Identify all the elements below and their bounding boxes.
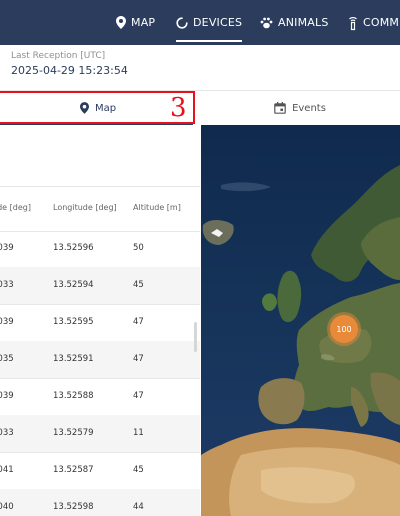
- table-header: ude [deg] Longitude [deg] Altitude [m]: [0, 186, 200, 232]
- cell-latitude: 3039: [0, 391, 14, 401]
- cell-altitude: 50: [133, 243, 144, 253]
- last-reception: Last Reception [UTC] 2025-04-29 15:23:54: [11, 51, 128, 77]
- cell-longitude: 13.52591: [53, 354, 94, 364]
- last-reception-label: Last Reception [UTC]: [11, 51, 106, 61]
- top-navigation-bar: MAP DEVICES ANIMALS COMM: [0, 0, 400, 45]
- cell-latitude: 3039: [0, 317, 14, 327]
- tab-map[interactable]: Map: [0, 91, 196, 125]
- table-row[interactable]: 3039 13.52596 50: [0, 230, 200, 268]
- cell-altitude: 45: [133, 465, 144, 475]
- tab-events[interactable]: Events: [200, 91, 400, 125]
- cell-latitude: 3041: [0, 465, 14, 475]
- table-row[interactable]: 3033 13.52579 11: [0, 415, 200, 453]
- column-header-altitude[interactable]: Altitude [m]: [133, 203, 181, 212]
- calendar-icon: [274, 102, 286, 114]
- nav-map-label: MAP: [131, 16, 156, 29]
- cell-latitude: 3040: [0, 502, 14, 512]
- circle-notch-icon: [176, 16, 188, 29]
- column-header-latitude[interactable]: ude [deg]: [0, 203, 31, 212]
- cell-longitude: 13.52596: [53, 243, 94, 253]
- table-row[interactable]: 3039 13.52588 47: [0, 378, 200, 416]
- cell-longitude: 13.52579: [53, 428, 94, 438]
- nav-devices[interactable]: DEVICES: [176, 0, 243, 45]
- cell-altitude: 11: [133, 428, 144, 438]
- cell-altitude: 47: [133, 354, 144, 364]
- table-row[interactable]: 3035 13.52591 47: [0, 341, 200, 379]
- nav-comm-label: COMM: [363, 16, 400, 29]
- highlight-number: 3: [170, 93, 187, 123]
- cell-latitude: 3033: [0, 280, 14, 290]
- table-row[interactable]: 3033 13.52594 45: [0, 267, 200, 305]
- cluster-count: 100: [336, 324, 352, 334]
- tab-map-label: Map: [94, 102, 117, 114]
- paw-icon: [260, 17, 273, 28]
- nav-animals-label: ANIMALS: [278, 16, 329, 29]
- nav-animals[interactable]: ANIMALS: [260, 0, 329, 45]
- cell-latitude: 3035: [0, 354, 14, 364]
- cell-altitude: 44: [133, 502, 144, 512]
- satellite-map-image: [201, 125, 400, 516]
- table-row[interactable]: 3039 13.52595 47: [0, 304, 200, 342]
- cell-altitude: 45: [133, 280, 144, 290]
- cell-latitude: 3039: [0, 243, 14, 253]
- nav-map[interactable]: MAP: [116, 0, 155, 45]
- satellite-map[interactable]: [201, 125, 400, 516]
- cell-longitude: 13.52594: [53, 280, 94, 290]
- cell-longitude: 13.52587: [53, 465, 94, 475]
- cell-longitude: 13.52595: [53, 317, 94, 327]
- cell-longitude: 13.52588: [53, 391, 94, 401]
- column-header-longitude[interactable]: Longitude [deg]: [53, 203, 117, 212]
- last-reception-value: 2025-04-29 15:23:54: [11, 64, 128, 77]
- resize-handle[interactable]: [194, 322, 197, 352]
- nav-devices-label: DEVICES: [193, 16, 243, 29]
- antenna-icon: [349, 16, 357, 30]
- table-row[interactable]: 3040 13.52598 44: [0, 489, 200, 516]
- nav-comm[interactable]: COMM: [348, 0, 399, 45]
- cell-altitude: 47: [133, 317, 144, 327]
- map-pin-icon: [79, 102, 89, 114]
- tab-events-label: Events: [292, 102, 326, 114]
- cell-altitude: 47: [133, 391, 144, 401]
- cell-latitude: 3033: [0, 428, 14, 438]
- map-cluster-marker[interactable]: 100: [330, 315, 358, 343]
- positions-table-panel: ude [deg] Longitude [deg] Altitude [m] 3…: [0, 125, 200, 516]
- table-row[interactable]: 3041 13.52587 45: [0, 452, 200, 490]
- cell-longitude: 13.52598: [53, 502, 94, 512]
- map-pin-icon: [116, 16, 126, 29]
